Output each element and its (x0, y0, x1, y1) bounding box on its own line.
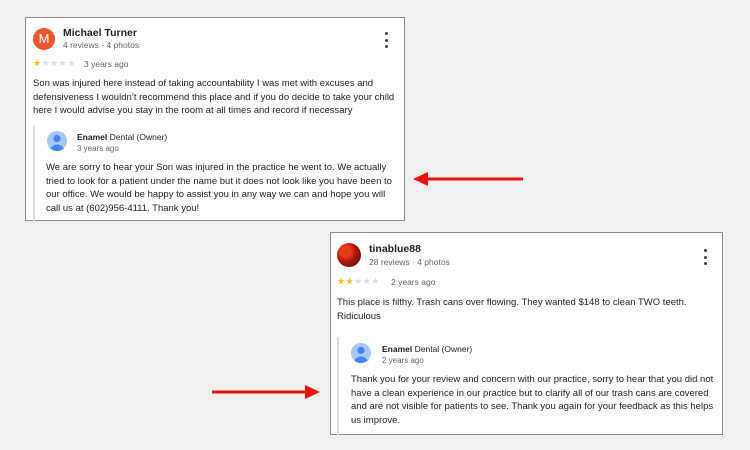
reply-time: 2 years ago (382, 356, 424, 365)
review-card: tinablue88 28 reviews · 4 photos ★★★★★ 2… (330, 232, 723, 435)
owner-reply: Enamel Dental (Owner) 3 years ago We are… (33, 125, 397, 221)
owner-avatar-icon (47, 131, 67, 151)
reviewer-meta: 4 reviews · 4 photos (63, 40, 140, 50)
star-icon: ★ (41, 58, 51, 68)
owner-name: Enamel Dental (Owner) (382, 344, 473, 354)
arrow-icon (212, 385, 320, 399)
reviewer-meta: 28 reviews · 4 photos (369, 257, 450, 267)
more-options-icon[interactable] (381, 32, 391, 48)
owner-avatar-icon (351, 343, 371, 363)
review-text: Son was injured here instead of taking a… (33, 78, 395, 116)
review-time: 3 years ago (84, 59, 129, 69)
owner-reply: Enamel Dental (Owner) 2 years ago Thank … (337, 337, 719, 435)
reviewer-name[interactable]: tinablue88 (369, 243, 421, 255)
star-icon: ★ (33, 58, 42, 68)
star-icon: ★ (371, 276, 380, 286)
owner-name: Enamel Dental (Owner) (77, 132, 168, 142)
star-icon: ★ (50, 58, 59, 68)
more-options-icon[interactable] (700, 249, 710, 265)
star-icon: ★ (67, 58, 76, 68)
star-icon: ★ (354, 276, 363, 286)
arrow-icon (413, 172, 523, 186)
reply-text: We are sorry to hear your Son was injure… (46, 162, 392, 214)
avatar[interactable]: M (33, 28, 55, 50)
star-rating: ★★★★★ (337, 276, 380, 286)
avatar[interactable] (337, 243, 361, 267)
review-text: This place is filthy. Trash cans over fl… (337, 297, 687, 322)
reviewer-name[interactable]: Michael Turner (63, 27, 137, 39)
star-rating: ★★★★★ (33, 58, 76, 68)
review-card: M Michael Turner 4 reviews · 4 photos ★★… (25, 17, 405, 221)
reply-time: 3 years ago (77, 144, 119, 153)
review-time: 2 years ago (391, 277, 436, 287)
star-icon: ★ (337, 276, 346, 286)
star-icon: ★ (345, 276, 355, 286)
reply-text: Thank you for your review and concern wi… (351, 374, 714, 426)
